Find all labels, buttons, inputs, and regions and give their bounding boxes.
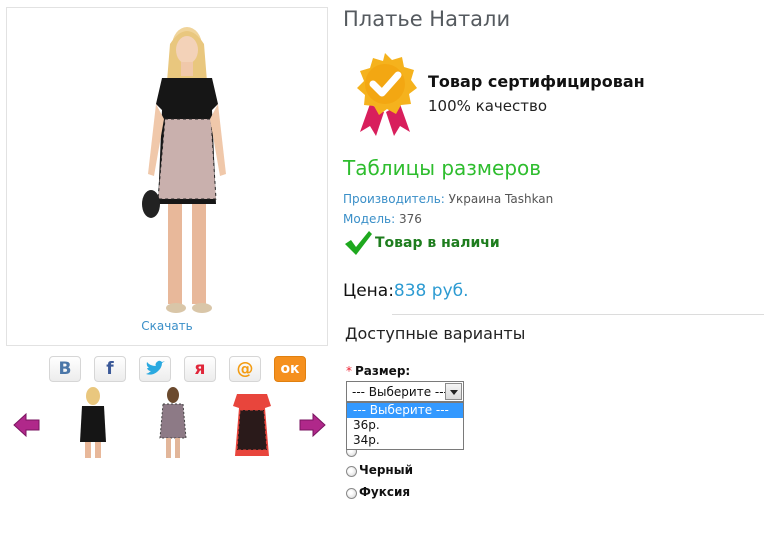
size-option-34[interactable]: 34р. bbox=[347, 433, 463, 448]
size-label-text: Размер: bbox=[355, 364, 411, 378]
certified-title: Товар сертифицирован bbox=[428, 72, 645, 91]
thumbnail-1[interactable] bbox=[68, 386, 118, 462]
color-option-fuchsia[interactable]: Фуксия bbox=[346, 485, 410, 499]
yaru-icon[interactable]: я bbox=[184, 356, 216, 382]
share-buttons: В f я @ ок bbox=[49, 356, 306, 382]
certified-badge-icon bbox=[357, 53, 417, 136]
color-option-black[interactable]: Черный bbox=[346, 463, 413, 477]
divider bbox=[392, 314, 764, 315]
color-radio-fuchsia[interactable] bbox=[346, 488, 357, 499]
options-heading: Доступные варианты bbox=[345, 324, 526, 343]
odnoklassniki-icon[interactable]: ок bbox=[274, 356, 306, 382]
required-mark: * bbox=[346, 364, 352, 378]
vk-icon[interactable]: В bbox=[49, 356, 81, 382]
thumbnail-2[interactable] bbox=[148, 386, 198, 462]
twitter-icon[interactable] bbox=[139, 356, 171, 382]
color-label-fuchsia: Фуксия bbox=[359, 485, 411, 499]
certified-subtitle: 100% качество bbox=[428, 97, 547, 115]
manufacturer-row: Производитель: Украина Tashkan bbox=[343, 192, 553, 206]
size-select-value: --- Выберите --- bbox=[352, 385, 448, 399]
manufacturer-label[interactable]: Производитель: bbox=[343, 192, 445, 206]
size-chart-link[interactable]: Таблицы размеров bbox=[343, 156, 541, 180]
carousel-next-arrow-icon[interactable] bbox=[299, 412, 326, 438]
download-link[interactable]: Скачать bbox=[7, 319, 327, 333]
dress-photo bbox=[142, 27, 226, 313]
price-value: 838 руб. bbox=[393, 281, 469, 301]
size-select[interactable]: --- Выберите --- bbox=[346, 381, 464, 402]
stock-text: Товар в наличи bbox=[375, 235, 500, 251]
chevron-down-icon[interactable] bbox=[445, 383, 462, 400]
main-product-image[interactable]: Скачать bbox=[6, 7, 328, 346]
manufacturer-value: Украина Tashkan bbox=[448, 192, 554, 206]
model-value: 376 bbox=[399, 212, 422, 226]
model-row: Модель: 376 bbox=[343, 212, 422, 226]
color-radio-black[interactable] bbox=[346, 466, 357, 477]
stock-status: Товар в наличи bbox=[343, 229, 500, 257]
checkmark-icon bbox=[345, 231, 372, 255]
price: Цена:838 руб. bbox=[343, 281, 469, 301]
thumbnail-3[interactable] bbox=[227, 386, 277, 462]
model-label: Модель: bbox=[343, 212, 396, 226]
size-dropdown-list: --- Выберите --- 36р. 34р. bbox=[346, 402, 464, 450]
size-option-36[interactable]: 36р. bbox=[347, 418, 463, 433]
price-label: Цена: bbox=[343, 281, 394, 301]
mailru-icon[interactable]: @ bbox=[229, 356, 261, 382]
carousel-prev-arrow-icon[interactable] bbox=[13, 412, 40, 438]
size-option-label: * Размер: bbox=[346, 364, 410, 378]
color-label-black: Черный bbox=[359, 463, 413, 477]
product-title: Платье Натали bbox=[343, 7, 511, 31]
facebook-icon[interactable]: f bbox=[94, 356, 126, 382]
size-option-placeholder[interactable]: --- Выберите --- bbox=[347, 403, 463, 418]
